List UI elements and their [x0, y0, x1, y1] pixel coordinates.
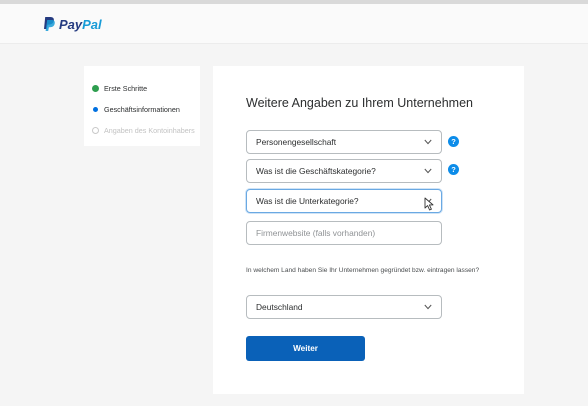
- step-erste-schritte[interactable]: Erste Schritte: [84, 78, 200, 99]
- website-placeholder: Firmenwebsite (falls vorhanden): [256, 228, 376, 238]
- subcategory-select[interactable]: Was ist die Unterkategorie?: [246, 189, 442, 213]
- business-details-card: Weitere Angaben zu Ihrem Unternehmen Per…: [213, 66, 524, 394]
- check-dot-icon: [92, 85, 99, 92]
- chevron-down-icon: [424, 168, 432, 174]
- subcategory-value: Was ist die Unterkategorie?: [256, 196, 359, 206]
- business-type-value: Personengesellschaft: [256, 137, 337, 147]
- country-select[interactable]: Deutschland: [246, 295, 442, 319]
- chevron-down-icon: [424, 139, 432, 145]
- step-label: Erste Schritte: [104, 84, 148, 93]
- step-label: Geschäftsinformationen: [104, 105, 180, 114]
- empty-dot-icon: [92, 127, 99, 134]
- step-kontoinhaber: Angaben des Kontoinhabers: [84, 120, 200, 141]
- help-icon[interactable]: ?: [448, 164, 459, 175]
- paypal-logo[interactable]: PayPal: [42, 16, 102, 32]
- business-type-select[interactable]: Personengesellschaft: [246, 130, 442, 154]
- help-icon[interactable]: ?: [448, 136, 459, 147]
- country-question-label: In welchem Land haben Sie Ihr Unternehme…: [246, 267, 480, 274]
- page-header: PayPal: [0, 4, 588, 44]
- website-input[interactable]: Firmenwebsite (falls vorhanden): [246, 221, 442, 245]
- mouse-cursor-icon: [424, 197, 434, 211]
- category-value: Was ist die Geschäftskategorie?: [256, 166, 376, 176]
- step-label: Angaben des Kontoinhabers: [104, 126, 195, 135]
- chevron-down-icon: [424, 304, 432, 310]
- category-select[interactable]: Was ist die Geschäftskategorie?: [246, 159, 442, 183]
- paypal-wordmark: PayPal: [59, 16, 102, 32]
- current-dot-icon: [93, 107, 98, 112]
- page-title: Weitere Angaben zu Ihrem Unternehmen: [246, 96, 473, 110]
- country-value: Deutschland: [256, 302, 303, 312]
- onboarding-steps: Erste Schritte Geschäftsinformationen An…: [84, 66, 200, 146]
- step-geschaeftsinformationen[interactable]: Geschäftsinformationen: [84, 99, 200, 120]
- weiter-button[interactable]: Weiter: [246, 336, 365, 361]
- paypal-p-icon: [44, 17, 55, 31]
